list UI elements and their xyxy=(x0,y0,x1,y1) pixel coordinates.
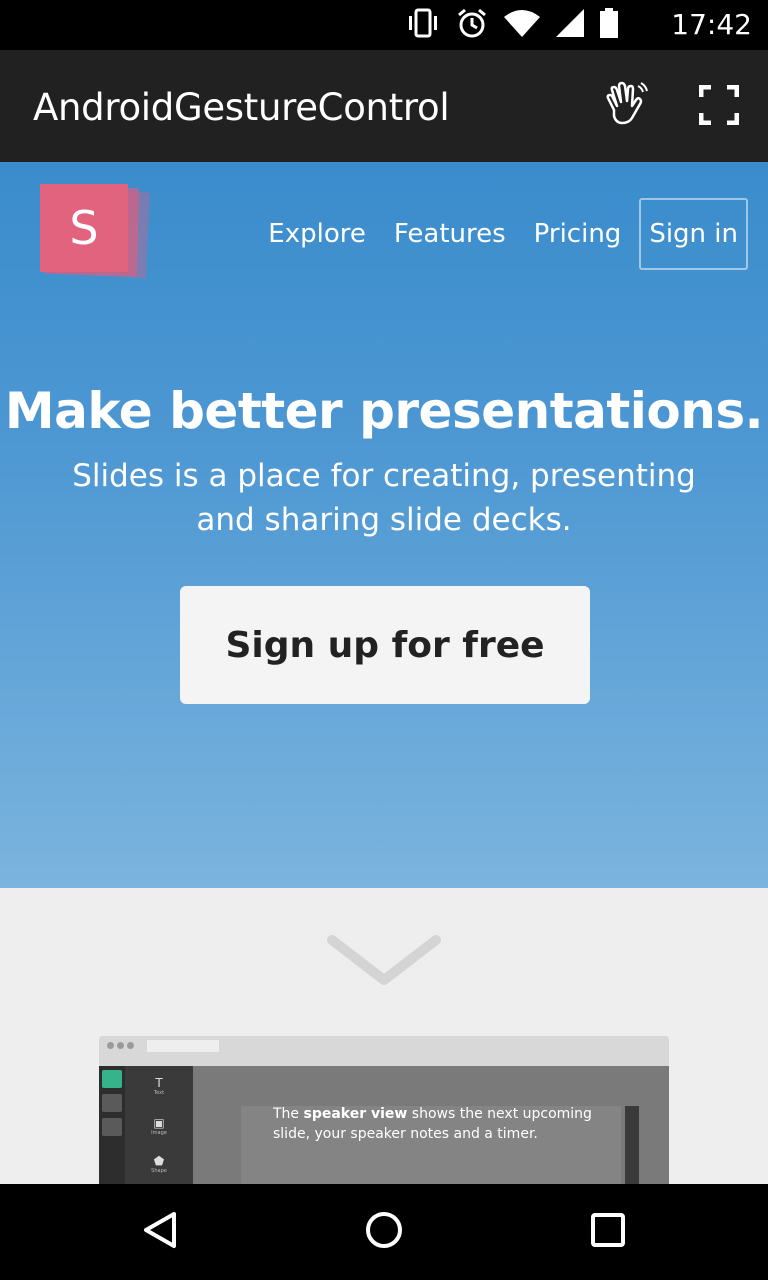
app-title: AndroidGestureControl xyxy=(33,86,450,129)
status-bar: 17:42 xyxy=(0,0,768,50)
undo-icon xyxy=(102,1094,122,1112)
subhead-line-1: Slides is a place for creating, presenti… xyxy=(72,458,696,494)
battery-icon xyxy=(600,8,618,42)
gesture-button[interactable] xyxy=(598,80,652,134)
vibrate-icon xyxy=(406,8,440,42)
nav-features-link[interactable]: Features xyxy=(394,219,506,249)
home-icon xyxy=(364,1210,404,1254)
scroll-down-button[interactable] xyxy=(324,932,444,992)
logo-mark: S xyxy=(40,184,128,272)
back-button[interactable] xyxy=(136,1208,184,1256)
tool-text: T Text xyxy=(153,1076,165,1096)
subhead-line-2: and sharing slide decks. xyxy=(196,502,572,538)
nav-pricing-link[interactable]: Pricing xyxy=(534,219,622,249)
system-nav-bar xyxy=(0,1184,768,1280)
fullscreen-button[interactable] xyxy=(692,80,746,134)
nav-explore-link[interactable]: Explore xyxy=(268,219,366,249)
recents-icon xyxy=(588,1210,628,1254)
tool-shape: ⬟ Shape xyxy=(151,1154,167,1174)
preview-icon xyxy=(102,1070,122,1088)
browser-chrome xyxy=(99,1036,669,1066)
sign-up-button[interactable]: Sign up for free xyxy=(180,586,590,704)
tool-image: ▣ Image xyxy=(151,1116,167,1136)
hero-headline: Make better presentations. xyxy=(4,382,764,440)
recents-button[interactable] xyxy=(584,1208,632,1256)
wifi-icon xyxy=(504,9,540,41)
home-button[interactable] xyxy=(360,1208,408,1256)
site-logo[interactable]: S xyxy=(40,184,151,279)
status-clock: 17:42 xyxy=(671,8,752,41)
browser-tab xyxy=(147,1040,219,1052)
hand-gesture-icon xyxy=(600,80,650,134)
hero-subheading: Slides is a place for creating, presenti… xyxy=(60,454,708,542)
editor-screenshot: T Text ▣ Image ⬟ Shape The speaker view … xyxy=(99,1036,669,1184)
status-icons xyxy=(406,8,618,42)
webview[interactable]: S Explore Features Pricing Sign in Make … xyxy=(0,162,768,1184)
fullscreen-icon xyxy=(698,84,740,129)
site-nav: Explore Features Pricing Sign in xyxy=(240,198,748,270)
hero-section: S Explore Features Pricing Sign in Make … xyxy=(0,162,768,888)
editor-tools-panel: T Text ▣ Image ⬟ Shape xyxy=(125,1066,193,1184)
editor-rail xyxy=(99,1066,125,1184)
sign-in-button[interactable]: Sign in xyxy=(639,198,748,270)
back-icon xyxy=(140,1210,180,1254)
speaker-view-caption: The speaker view shows the next upcoming… xyxy=(273,1106,592,1142)
app-bar: AndroidGestureControl xyxy=(0,50,768,162)
editor-right-toolbar xyxy=(625,1106,639,1184)
check-icon xyxy=(102,1118,122,1136)
alarm-icon xyxy=(456,7,488,43)
signal-icon xyxy=(556,9,584,41)
chevron-down-icon xyxy=(324,935,444,996)
